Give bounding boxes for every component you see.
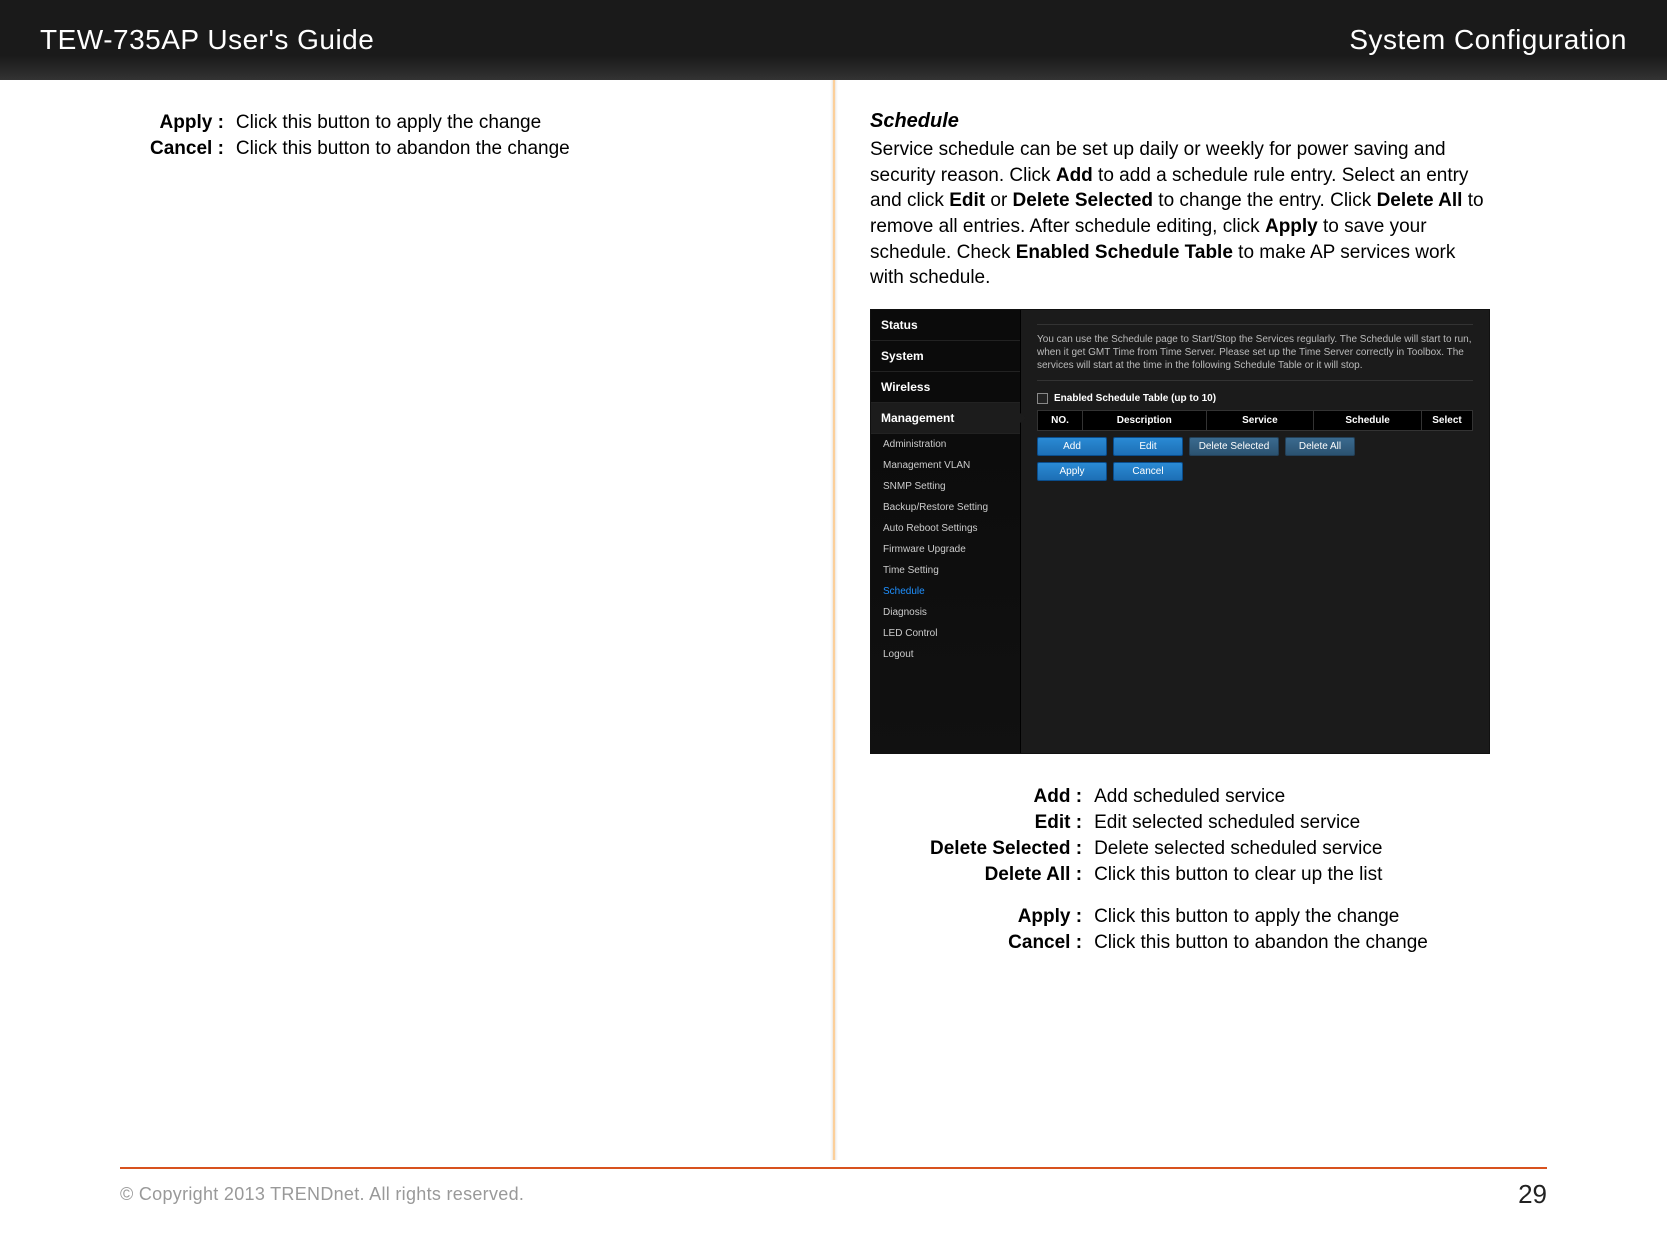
th-select: Select (1422, 411, 1472, 430)
def-row: Edit : Edit selected scheduled service (930, 810, 1428, 836)
def-row: Delete All : Click this button to clear … (930, 862, 1428, 888)
nav-sub-snmp[interactable]: SNMP Setting (871, 476, 1020, 497)
th-schedule: Schedule (1314, 411, 1422, 430)
add-button[interactable]: Add (1037, 437, 1107, 456)
schedule-heading: Schedule (870, 110, 1490, 133)
bold: Delete Selected (1013, 190, 1153, 211)
th-service: Service (1207, 411, 1315, 430)
router-main-panel: You can use the Schedule page to Start/S… (1021, 310, 1489, 753)
right-definition-list: Add : Add scheduled service Edit : Edit … (930, 784, 1428, 956)
copyright: © Copyright 2013 TRENDnet. All rights re… (120, 1184, 524, 1205)
nav-sub-led[interactable]: LED Control (871, 623, 1020, 644)
enable-checkbox[interactable] (1037, 393, 1048, 404)
footer: © Copyright 2013 TRENDnet. All rights re… (120, 1167, 1547, 1210)
enable-label: Enabled Schedule Table (up to 10) (1054, 393, 1216, 404)
def-desc: Delete selected scheduled service (1090, 836, 1428, 862)
nav-sub-diagnosis[interactable]: Diagnosis (871, 602, 1020, 623)
nav-status[interactable]: Status (871, 310, 1020, 341)
page-number: 29 (1518, 1179, 1547, 1210)
doc-title: TEW-735AP User's Guide (40, 24, 374, 56)
nav-sub-admin[interactable]: Administration (871, 434, 1020, 455)
nav-sub-firmware[interactable]: Firmware Upgrade (871, 539, 1020, 560)
delete-all-button[interactable]: Delete All (1285, 437, 1355, 456)
def-term: Delete All : (930, 862, 1090, 888)
def-row: Add : Add scheduled service (930, 784, 1428, 810)
def-term: Add : (930, 784, 1090, 810)
def-desc: Click this button to clear up the list (1090, 862, 1428, 888)
def-term: Cancel : (930, 930, 1090, 956)
nav-sub-schedule[interactable]: Schedule (871, 581, 1020, 602)
th-desc: Description (1083, 411, 1207, 430)
text: to change the entry. Click (1153, 190, 1377, 211)
def-desc: Add scheduled service (1090, 784, 1428, 810)
def-term: Delete Selected : (930, 836, 1090, 862)
def-row: Delete Selected : Delete selected schedu… (930, 836, 1428, 862)
def-desc: Click this button to apply the change (1090, 888, 1428, 930)
bold: Edit (949, 190, 985, 211)
def-row: Apply : Click this button to apply the c… (930, 888, 1428, 930)
def-desc: Edit selected scheduled service (1090, 810, 1428, 836)
cancel-button[interactable]: Cancel (1113, 462, 1183, 481)
schedule-body: Service schedule can be set up daily or … (870, 137, 1490, 291)
doc-section: System Configuration (1349, 24, 1627, 56)
nav-sub-autoreboot[interactable]: Auto Reboot Settings (871, 518, 1020, 539)
bold: Enabled Schedule Table (1016, 242, 1233, 263)
bold: Delete All (1377, 190, 1463, 211)
def-desc: Click this button to apply the change (232, 110, 570, 136)
left-column: Apply : Click this button to apply the c… (150, 110, 770, 162)
router-hint-text: You can use the Schedule page to Start/S… (1037, 324, 1473, 381)
left-definition-list: Apply : Click this button to apply the c… (150, 110, 570, 162)
nav-system[interactable]: System (871, 341, 1020, 372)
schedule-table-header: NO. Description Service Schedule Select (1037, 410, 1473, 431)
nav-sub-vlan[interactable]: Management VLAN (871, 455, 1020, 476)
def-term: Apply : (930, 888, 1090, 930)
def-term: Apply : (150, 110, 232, 136)
def-row: Cancel : Click this button to abandon th… (930, 930, 1428, 956)
text: or (985, 190, 1012, 211)
def-desc: Click this button to abandon the change (1090, 930, 1428, 956)
apply-button[interactable]: Apply (1037, 462, 1107, 481)
button-row-2: Apply Cancel (1037, 462, 1473, 481)
page-spine (830, 80, 838, 1160)
delete-selected-button[interactable]: Delete Selected (1189, 437, 1279, 456)
button-row-1: Add Edit Delete Selected Delete All (1037, 437, 1473, 456)
th-no: NO. (1038, 411, 1083, 430)
def-desc: Click this button to abandon the change (232, 136, 570, 162)
def-row: Apply : Click this button to apply the c… (150, 110, 570, 136)
def-term: Edit : (930, 810, 1090, 836)
right-column: Schedule Service schedule can be set up … (870, 110, 1490, 956)
nav-sub-backup[interactable]: Backup/Restore Setting (871, 497, 1020, 518)
header-bar: TEW-735AP User's Guide System Configurat… (0, 0, 1667, 80)
router-ui-screenshot: Status System Wireless Management Admini… (870, 309, 1490, 754)
def-term: Cancel : (150, 136, 232, 162)
nav-wireless[interactable]: Wireless (871, 372, 1020, 403)
nav-sub-time[interactable]: Time Setting (871, 560, 1020, 581)
bold: Apply (1265, 216, 1318, 237)
schedule-enable-row: Enabled Schedule Table (up to 10) (1037, 393, 1473, 404)
nav-management[interactable]: Management (871, 403, 1020, 434)
page-body: Apply : Click this button to apply the c… (0, 80, 1667, 1160)
def-row: Cancel : Click this button to abandon th… (150, 136, 570, 162)
edit-button[interactable]: Edit (1113, 437, 1183, 456)
router-sidebar: Status System Wireless Management Admini… (871, 310, 1021, 753)
bold: Add (1056, 165, 1093, 186)
nav-sub-logout[interactable]: Logout (871, 644, 1020, 665)
